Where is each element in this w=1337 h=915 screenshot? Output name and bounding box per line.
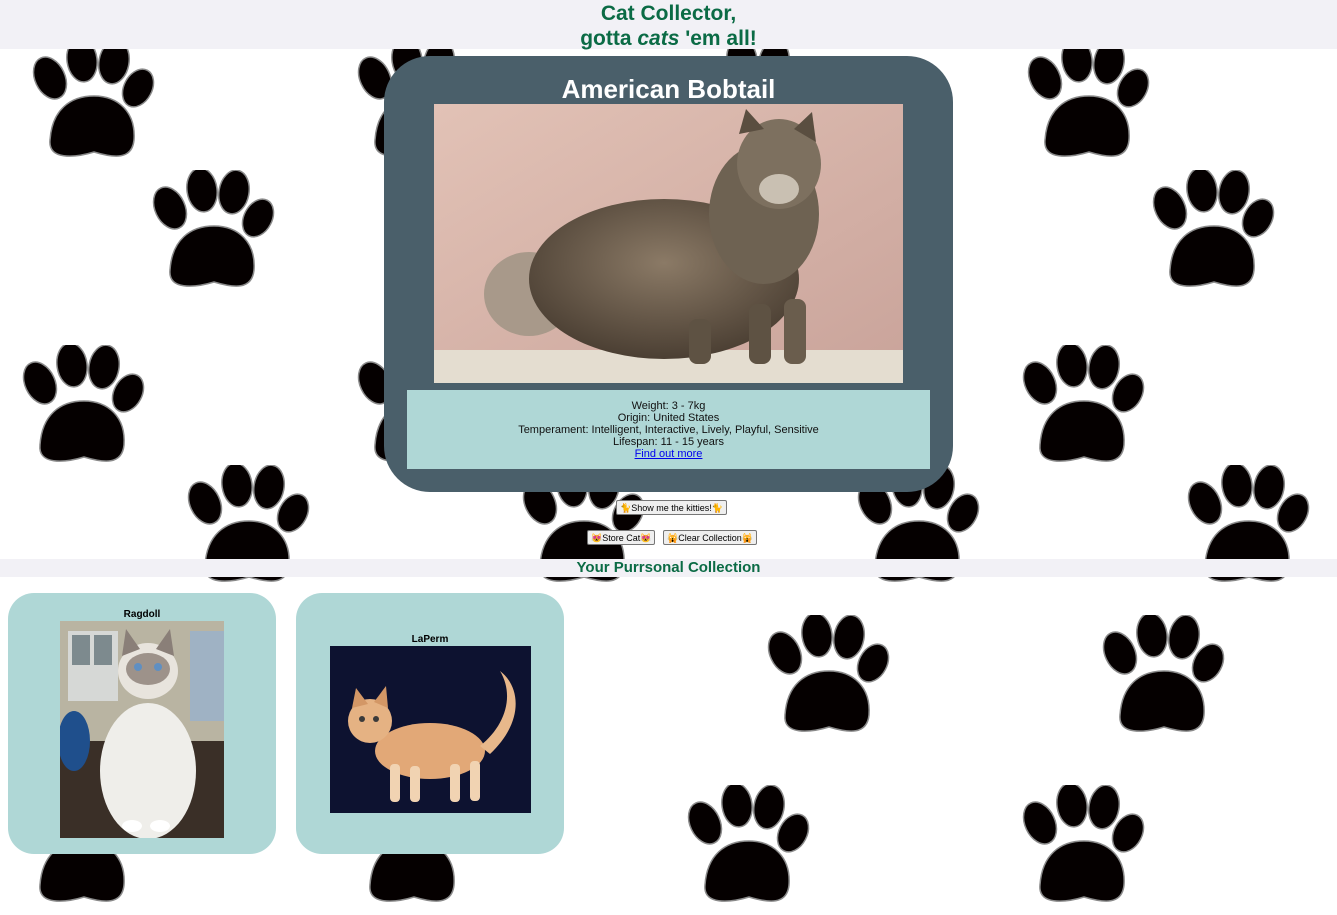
header-title-line1: Cat Collector,: [600, 2, 737, 25]
cat-icon: 🐈: [620, 503, 632, 513]
store-cat-label: Store Cat: [602, 533, 641, 543]
header-title-line2: gotta cats 'em all!: [0, 26, 1337, 51]
cat-lifespan: Lifespan: 11 - 15 years: [612, 436, 725, 448]
store-cat-button[interactable]: 😻Store Cat😻: [587, 530, 656, 545]
paw-print-icon: [16, 345, 150, 462]
cat-origin: Origin: United States: [617, 412, 720, 424]
weary-cat-icon: 🙀: [667, 533, 679, 543]
cat-temperament: Temperament: Intelligent, Interactive, L…: [518, 424, 819, 436]
weary-cat-icon: 🙀: [741, 533, 753, 543]
find-out-more-link[interactable]: Find out more: [635, 448, 703, 460]
header-line2-emphasis: cats: [637, 27, 680, 50]
header-line2-prefix: gotta: [580, 27, 632, 50]
header-line2-suffix: 'em all!: [685, 27, 757, 50]
collection-cat-name: Ragdoll: [123, 609, 161, 620]
paw-print-icon: [1016, 345, 1150, 462]
cat-info-panel: Weight: 3 - 7kg Origin: United States Te…: [407, 390, 930, 469]
cat-icon: 🐈: [711, 503, 723, 513]
paw-print-icon: [1096, 615, 1230, 732]
page-header: Cat Collector, gotta cats 'em all!: [0, 0, 1337, 51]
paw-print-icon: [681, 785, 815, 902]
clear-collection-label: Clear Collection: [678, 533, 742, 543]
collection-heading: Your Purrsonal Collection: [0, 559, 1337, 577]
paw-print-icon: [1016, 785, 1150, 902]
heart-eyes-cat-icon: 😻: [640, 533, 652, 543]
paw-print-icon: [1146, 170, 1280, 287]
collection-cat-name: LaPerm: [411, 634, 449, 645]
paw-print-icon: [761, 615, 895, 732]
cat-name-title: American Bobtail: [561, 74, 776, 104]
cat-weight: Weight: 3 - 7kg: [631, 400, 706, 412]
paw-print-icon: [146, 170, 280, 287]
heart-eyes-cat-icon: 😻: [591, 533, 603, 543]
show-kitties-button[interactable]: 🐈Show me the kitties!🐈: [616, 500, 727, 515]
show-kitties-label: Show me the kitties!: [631, 503, 712, 513]
cat-photo: [434, 104, 903, 383]
clear-collection-button[interactable]: 🙀Clear Collection🙀: [663, 530, 757, 545]
collection-cat-photo-ragdoll: [60, 621, 224, 838]
collection-cat-photo-laperm: [330, 646, 531, 813]
